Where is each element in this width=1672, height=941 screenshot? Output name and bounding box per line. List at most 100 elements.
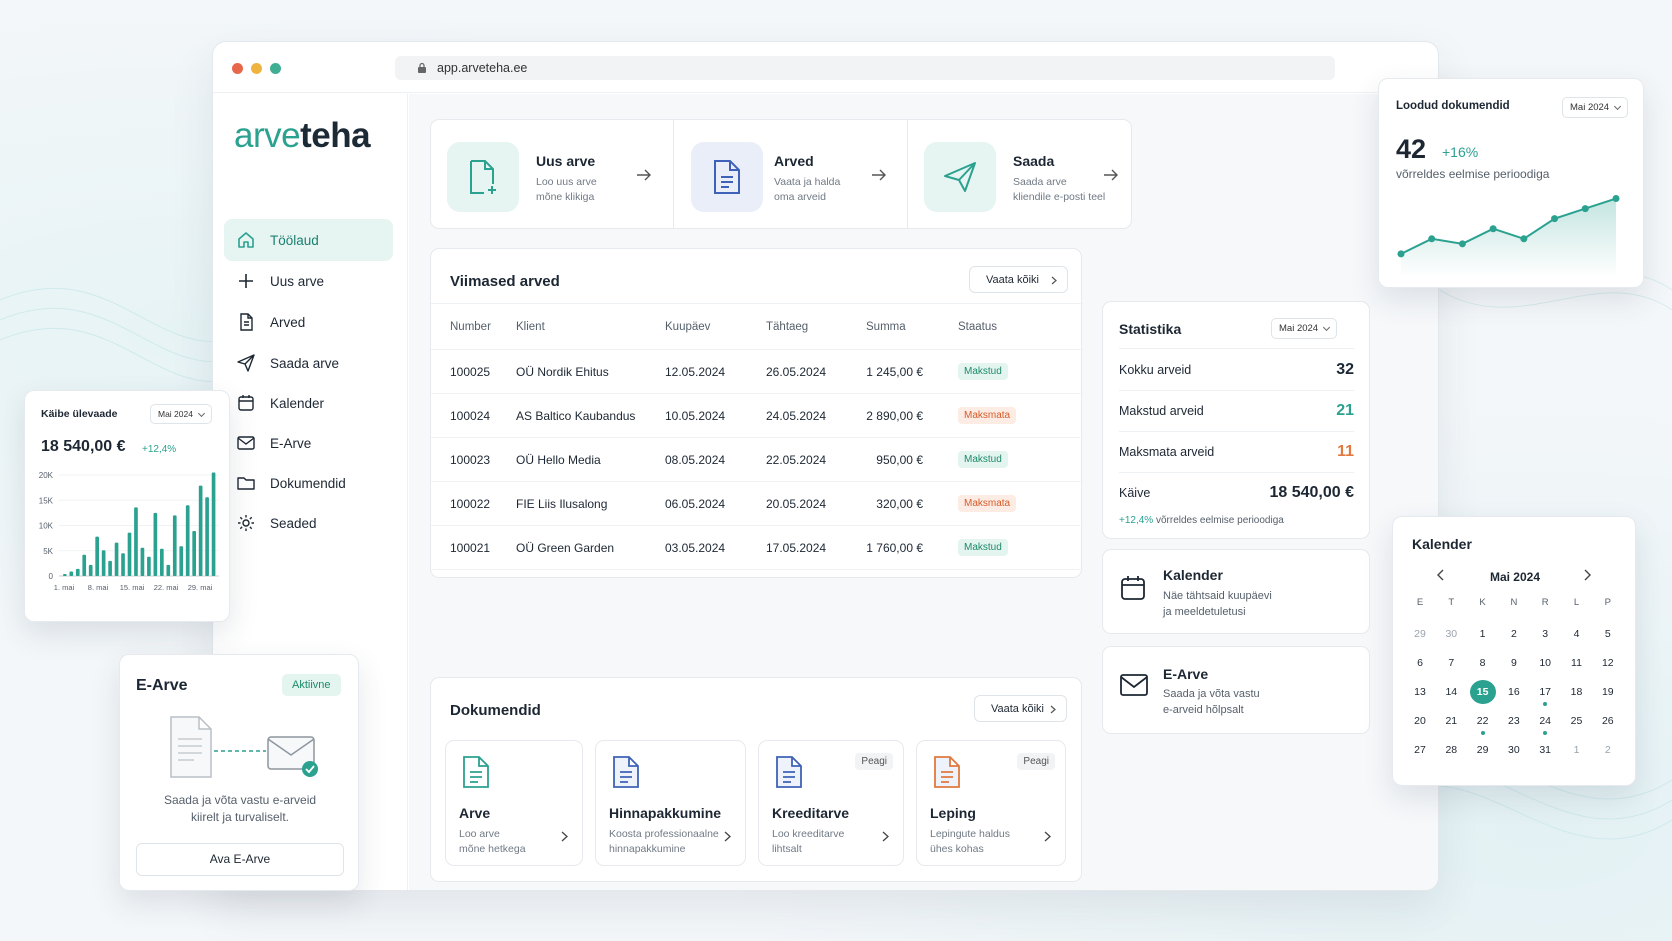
calendar-day[interactable]: 8 <box>1470 651 1496 675</box>
address-bar[interactable]: app.arveteha.ee <box>395 56 1335 80</box>
e-arve-info-card[interactable]: E-Arve Saada ja võta vastu e-arveid hõlps… <box>1102 646 1370 734</box>
table-row[interactable]: 100022 FIE Liis Ilusalong 06.05.2024 20.05.… <box>431 481 1083 526</box>
column-header[interactable]: Klient <box>516 303 665 350</box>
calendar-day[interactable]: 21 <box>1438 709 1464 733</box>
period-select[interactable]: Mai 2024 <box>1562 97 1629 118</box>
chevron-right-icon[interactable] <box>1583 569 1591 581</box>
column-header[interactable]: Summa <box>866 303 958 350</box>
document-card-arve[interactable]: Arve Loo arve mõne hetkega <box>445 740 583 866</box>
sidebar-item-uus-arve[interactable]: Uus arve <box>224 260 393 302</box>
cell-sum: 2 890,00 € <box>866 393 958 438</box>
desc-line: Lepingute haldus <box>930 828 1010 840</box>
calendar-day[interactable]: 10 <box>1532 651 1558 675</box>
calendar-day[interactable]: 31 <box>1532 738 1558 762</box>
stat-change-text: võrreldes eelmise perioodiga <box>1155 515 1284 526</box>
sidebar-item-saada-arve[interactable]: Saada arve <box>224 342 393 384</box>
calendar-day[interactable]: 27 <box>1407 738 1433 762</box>
sidebar-item-kalender[interactable]: Kalender <box>224 382 393 424</box>
sidebar-item-arved[interactable]: Arved <box>224 301 393 343</box>
cell-status: Makstud <box>958 525 1083 570</box>
column-header[interactable]: Tähtaeg <box>766 303 866 350</box>
calendar-day[interactable]: 19 <box>1595 680 1621 704</box>
table-row[interactable]: 100023 OÜ Hello Media 08.05.2024 22.05.2024… <box>431 437 1083 482</box>
calendar-day[interactable]: 2 <box>1501 622 1527 646</box>
weekday-label: T <box>1448 597 1455 608</box>
calendar-day[interactable]: 3 <box>1532 622 1558 646</box>
view-all-documents-button[interactable]: Vaata kõiki <box>974 695 1067 722</box>
calendar-day[interactable]: 15 <box>1469 680 1496 704</box>
calendar-day[interactable]: 24 <box>1532 709 1558 735</box>
document-card-kreeditarve[interactable]: Kreeditarve Loo kreeditarve lihtsalt Peagi <box>758 740 904 866</box>
calendar-day[interactable]: 5 <box>1595 622 1621 646</box>
calendar-day[interactable]: 22 <box>1470 709 1496 735</box>
calendar-day[interactable]: 29 <box>1407 622 1433 646</box>
sidebar-item-dokumendid[interactable]: Dokumendid <box>224 462 393 504</box>
calendar-day[interactable]: 1 <box>1470 622 1496 646</box>
calendar-day[interactable]: 20 <box>1407 709 1433 733</box>
period-select[interactable]: Mai 2024 <box>150 404 212 424</box>
bar <box>153 512 158 576</box>
quick-action-arved[interactable]: Arved Vaata ja halda oma arveid <box>674 120 907 228</box>
open-e-arve-button[interactable]: Ava E-Arve <box>136 843 344 876</box>
document-card-leping[interactable]: Leping Lepingute haldus ühes kohas Peagi <box>916 740 1066 866</box>
sidebar-item-toolaud[interactable]: Töölaud <box>224 219 393 261</box>
calendar-day[interactable]: 6 <box>1407 651 1433 675</box>
calendar-day[interactable]: 9 <box>1501 651 1527 675</box>
calendar-day[interactable]: 23 <box>1501 709 1527 733</box>
close-dot[interactable] <box>232 63 243 74</box>
calendar-day[interactable]: 11 <box>1564 651 1590 675</box>
bar <box>185 505 190 576</box>
column-header[interactable]: Number <box>431 303 516 350</box>
cell-status: Maksmata <box>958 481 1083 526</box>
calendar-day[interactable]: 4 <box>1564 622 1590 646</box>
quick-action-saada[interactable]: Saada Saada arve kliendile e-posti teel <box>908 120 1131 228</box>
document-card-hinnapakkumine[interactable]: Hinnapakkumine Koosta professionaalne hinn… <box>595 740 746 866</box>
cell-client: OÜ Nordik Ehitus <box>516 349 665 394</box>
calendar-day[interactable]: 28 <box>1438 738 1464 762</box>
document-type-icon <box>463 756 489 788</box>
calendar-day[interactable]: 18 <box>1564 680 1590 704</box>
desc-line: oma arveid <box>774 191 826 203</box>
table-row[interactable]: 100025 OÜ Nordik Ehitus 12.05.2024 26.05.20… <box>431 349 1083 394</box>
calendar-day[interactable]: 30 <box>1438 622 1464 646</box>
calendar-day[interactable]: 12 <box>1595 651 1621 675</box>
calendar-day[interactable]: 16 <box>1501 680 1527 704</box>
weekday-label: K <box>1479 597 1486 608</box>
quick-action-desc: Loo uus arve mõne klikiga <box>536 175 597 205</box>
calendar-day[interactable]: 1 <box>1564 738 1590 762</box>
x-tick-label: 1. mai <box>54 583 75 592</box>
maximize-dot[interactable] <box>270 63 281 74</box>
view-all-invoices-button[interactable]: Vaata kõiki <box>969 266 1068 293</box>
cell-sum: 1 245,00 € <box>866 349 958 394</box>
mail-icon <box>1120 674 1148 696</box>
calendar-day[interactable]: 26 <box>1595 709 1621 733</box>
calendar-info-card[interactable]: Kalender Näe tähtsaid kuupäevi ja meeldet… <box>1102 549 1370 634</box>
calendar-day[interactable]: 30 <box>1501 738 1527 762</box>
bar <box>121 553 125 576</box>
created-documents-chart <box>1397 195 1620 277</box>
quick-action-uus-arve[interactable]: Uus arve Loo uus arve mõne klikiga <box>431 120 673 228</box>
turnover-bar-chart: 0 5K 10K 15K 20K 1. mai 8. mai 15. mai 22. mai 29… <box>39 471 219 592</box>
desc-line: Loo kreeditarve <box>772 828 845 840</box>
calendar-info-title: Kalender <box>1163 567 1223 583</box>
calendar-widget: Kalender Mai 2024 E T K N R L P 29 30 1 2 3 4 5 6 7 8 9 10… <box>1392 516 1636 786</box>
sidebar-item-label: E-Arve <box>270 435 312 451</box>
calendar-day[interactable]: 7 <box>1438 651 1464 675</box>
recent-invoices-title: Viimased arved <box>450 273 560 290</box>
statistics-period-select[interactable]: Mai 2024 <box>1271 318 1338 339</box>
calendar-day[interactable]: 17 <box>1532 680 1558 706</box>
calendar-day[interactable]: 14 <box>1438 680 1464 704</box>
calendar-day[interactable]: 25 <box>1564 709 1590 733</box>
table-row[interactable]: 100024 AS Baltico Kaubandus 10.05.2024 24.0… <box>431 393 1083 438</box>
minimize-dot[interactable] <box>251 63 262 74</box>
desc-line: Loo uus arve <box>536 176 597 188</box>
sidebar-item-seaded[interactable]: Seaded <box>224 502 393 544</box>
column-header[interactable]: Kuupäev <box>665 303 766 350</box>
calendar-day[interactable]: 2 <box>1595 738 1621 762</box>
table-row[interactable]: 100021 OÜ Green Garden 03.05.2024 17.05.202… <box>431 525 1083 570</box>
quick-action-desc: Saada arve kliendile e-posti teel <box>1013 175 1105 205</box>
sidebar-item-e-arve[interactable]: E-Arve <box>224 422 393 464</box>
column-header[interactable]: Staatus <box>958 303 1083 350</box>
calendar-day[interactable]: 29 <box>1470 738 1496 762</box>
calendar-day[interactable]: 13 <box>1407 680 1433 704</box>
